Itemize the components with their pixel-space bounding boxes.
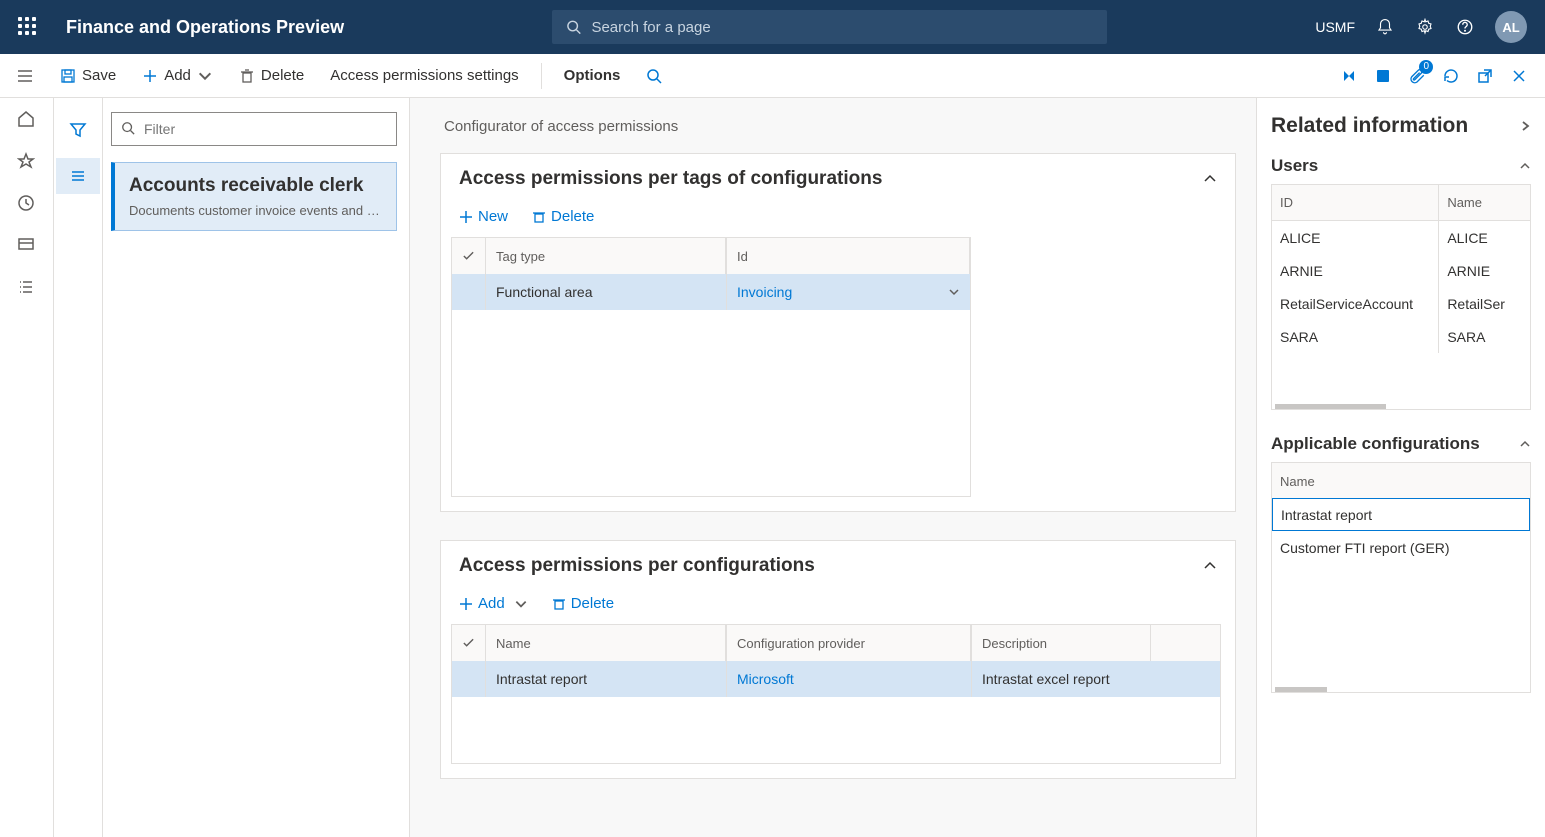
chevron-down-icon[interactable] bbox=[948, 286, 960, 298]
badge-count: 0 bbox=[1419, 60, 1433, 74]
top-bar: Finance and Operations Preview USMF AL bbox=[0, 0, 1545, 54]
hamburger-icon[interactable] bbox=[16, 67, 34, 85]
user-row[interactable]: ARNIEARNIE bbox=[1272, 254, 1530, 287]
divider bbox=[541, 63, 542, 89]
config-row[interactable]: Intrastat report bbox=[1272, 498, 1530, 531]
applicable-configs-table: Name Intrastat report Customer FTI repor… bbox=[1271, 462, 1531, 693]
cell-provider: Microsoft bbox=[726, 661, 971, 697]
search-box[interactable] bbox=[552, 10, 1107, 44]
cell-id[interactable]: Invoicing bbox=[726, 274, 970, 310]
filter-tool-icon[interactable] bbox=[56, 112, 100, 148]
office-icon[interactable] bbox=[1373, 66, 1393, 86]
company-label[interactable]: USMF bbox=[1315, 19, 1355, 35]
attachments-icon[interactable]: 0 bbox=[1407, 66, 1427, 86]
related-info-title: Related information bbox=[1271, 114, 1468, 138]
configs-table: Name Configuration provider Description … bbox=[451, 624, 1221, 764]
role-title: Accounts receivable clerk bbox=[129, 175, 382, 197]
panel-tags: Access permissions per tags of configura… bbox=[440, 153, 1236, 512]
workspace-icon[interactable] bbox=[17, 236, 37, 256]
add-label: Add bbox=[164, 67, 191, 84]
save-button[interactable]: Save bbox=[50, 61, 126, 90]
right-pane: Related information Users ID Name ALICEA… bbox=[1256, 98, 1545, 837]
bell-icon[interactable] bbox=[1375, 17, 1395, 37]
access-permissions-settings-link[interactable]: Access permissions settings bbox=[320, 61, 528, 90]
chevron-up-icon[interactable] bbox=[1203, 559, 1217, 573]
delete-config-button[interactable]: Delete bbox=[544, 591, 622, 616]
app-launcher-icon[interactable] bbox=[18, 17, 38, 37]
popout-icon[interactable] bbox=[1475, 66, 1495, 86]
close-icon[interactable] bbox=[1509, 66, 1529, 86]
modules-icon[interactable] bbox=[17, 278, 37, 298]
col-provider[interactable]: Configuration provider bbox=[726, 625, 971, 661]
help-icon[interactable] bbox=[1455, 17, 1475, 37]
home-icon[interactable] bbox=[17, 110, 37, 130]
role-desc: Documents customer invoice events and … bbox=[129, 203, 382, 218]
recent-icon[interactable] bbox=[17, 194, 37, 214]
avatar[interactable]: AL bbox=[1495, 11, 1527, 43]
filter-input[interactable] bbox=[111, 112, 397, 146]
row-checkbox[interactable] bbox=[452, 274, 486, 310]
chevron-down-icon bbox=[197, 68, 213, 84]
chevron-down-icon bbox=[514, 597, 528, 611]
users-section-title: Users bbox=[1271, 156, 1318, 176]
add-config-button[interactable]: Add bbox=[451, 591, 536, 616]
row-checkbox[interactable] bbox=[452, 661, 486, 697]
cell-name: Intrastat report bbox=[486, 661, 726, 697]
chevron-up-icon[interactable] bbox=[1519, 438, 1531, 450]
scrollbar[interactable] bbox=[1275, 687, 1327, 692]
table-row[interactable]: Functional area Invoicing bbox=[452, 274, 970, 310]
connector-icon[interactable] bbox=[1339, 66, 1359, 86]
users-table: ID Name ALICEALICE ARNIEARNIE RetailServ… bbox=[1271, 184, 1531, 410]
cell-tag-type: Functional area bbox=[486, 274, 726, 310]
role-list-item[interactable]: Accounts receivable clerk Documents cust… bbox=[111, 162, 397, 231]
col-name[interactable]: Name bbox=[486, 625, 726, 661]
search-icon bbox=[566, 19, 581, 35]
page-subtitle: Configurator of access permissions bbox=[440, 106, 1236, 153]
col-config-name[interactable]: Name bbox=[1272, 463, 1530, 499]
delete-label: Delete bbox=[261, 67, 304, 84]
refresh-icon[interactable] bbox=[1441, 66, 1461, 86]
action-bar: Save Add Delete Access permissions setti… bbox=[0, 54, 1545, 98]
add-button[interactable]: Add bbox=[132, 61, 223, 90]
gear-icon[interactable] bbox=[1415, 17, 1435, 37]
left-pane: Accounts receivable clerk Documents cust… bbox=[54, 98, 410, 837]
nav-rail bbox=[0, 98, 54, 837]
col-tag-type[interactable]: Tag type bbox=[486, 238, 726, 274]
app-title: Finance and Operations Preview bbox=[66, 17, 344, 38]
user-row[interactable]: SARASARA bbox=[1272, 320, 1530, 353]
scrollbar[interactable] bbox=[1275, 404, 1386, 409]
options-link[interactable]: Options bbox=[554, 61, 631, 90]
panel-tags-title: Access permissions per tags of configura… bbox=[459, 168, 882, 190]
checkbox-header[interactable] bbox=[452, 625, 486, 661]
panel-configs-title: Access permissions per configurations bbox=[459, 555, 815, 577]
checkbox-header[interactable] bbox=[452, 238, 486, 274]
user-row[interactable]: ALICEALICE bbox=[1272, 221, 1530, 254]
config-row[interactable]: Customer FTI report (GER) bbox=[1272, 531, 1530, 564]
panel-configs: Access permissions per configurations Ad… bbox=[440, 540, 1236, 779]
tags-table: Tag type Id Functional area Invoicing bbox=[451, 237, 971, 497]
save-label: Save bbox=[82, 67, 116, 84]
chevron-up-icon[interactable] bbox=[1203, 172, 1217, 186]
chevron-right-icon[interactable] bbox=[1519, 120, 1531, 132]
center-pane: Configurator of access permissions Acces… bbox=[410, 98, 1256, 837]
search-action-icon[interactable] bbox=[636, 62, 672, 90]
col-user-id[interactable]: ID bbox=[1272, 185, 1439, 220]
new-button[interactable]: New bbox=[451, 204, 516, 229]
delete-tag-button[interactable]: Delete bbox=[524, 204, 602, 229]
cell-description: Intrastat excel report bbox=[971, 661, 1151, 697]
applicable-configs-title: Applicable configurations bbox=[1271, 434, 1480, 454]
delete-button[interactable]: Delete bbox=[229, 61, 314, 90]
col-description[interactable]: Description bbox=[971, 625, 1151, 661]
user-row[interactable]: RetailServiceAccountRetailSer bbox=[1272, 287, 1530, 320]
table-row[interactable]: Intrastat report Microsoft Intrastat exc… bbox=[452, 661, 1220, 697]
search-input[interactable] bbox=[591, 19, 1093, 36]
filter-input-icon bbox=[121, 121, 135, 135]
list-tool-icon[interactable] bbox=[56, 158, 100, 194]
col-id[interactable]: Id bbox=[726, 238, 970, 274]
col-user-name[interactable]: Name bbox=[1439, 185, 1530, 220]
chevron-up-icon[interactable] bbox=[1519, 160, 1531, 172]
star-icon[interactable] bbox=[17, 152, 37, 172]
